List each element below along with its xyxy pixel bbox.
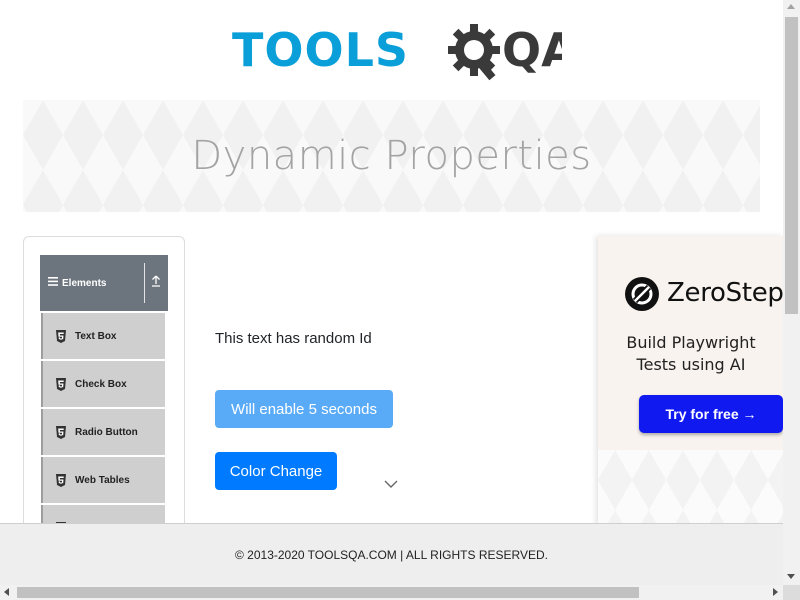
logo-text-secondary: QA [502,23,562,77]
sidebar-group-label: Elements [62,277,107,289]
horizontal-scroll-thumb[interactable] [17,587,639,598]
sidebar-item-radio-button[interactable]: Radio Button [41,409,165,455]
scroll-down-arrow-icon[interactable] [787,574,795,579]
sidebar-item-text-box[interactable]: Text Box [41,313,165,359]
page-title: Dynamic Properties [191,133,592,179]
html5-icon [55,473,67,487]
toolsqa-logo[interactable]: TOOLS QA [232,20,577,90]
browser-viewport: TOOLS QA Dynamic Properties Elements Tex… [0,0,800,600]
sidebar-item-label: Web Tables [75,474,130,486]
logo-text-primary: TOOLS [232,23,409,77]
horizontal-scrollbar[interactable] [0,585,783,600]
toolsqa-logo-graphic: TOOLS QA [232,23,577,81]
ad-brand-name: ZeroStep [667,278,784,308]
random-id-text: This text has random Id [215,330,372,347]
sidebar-item-check-box[interactable]: Check Box [41,361,165,407]
ad-tagline-line: Tests using AI [636,355,746,374]
vertical-scrollbar[interactable] [783,0,800,585]
copyright-text: © 2013-2020 TOOLSQA.COM | ALL RIGHTS RES… [235,547,548,562]
color-change-button[interactable]: Color Change [215,452,337,490]
hamburger-icon [48,277,58,289]
header-divider [144,263,145,303]
ad-pattern-background [598,450,784,526]
vertical-scroll-thumb[interactable] [785,17,798,314]
chevron-down-icon [383,477,399,489]
sidebar-item-label: Radio Button [75,426,138,438]
zerostep-logo-icon [624,276,660,312]
scroll-right-arrow-icon[interactable] [773,588,778,596]
enable-after-button[interactable]: Will enable 5 seconds [215,390,393,428]
collapse-arrow-icon[interactable] [151,275,161,290]
sidebar-group-elements[interactable]: Elements [40,255,168,311]
html5-icon [55,425,67,439]
ad-tagline-line: Build Playwright [626,333,756,352]
page-footer: © 2013-2020 TOOLSQA.COM | ALL RIGHTS RES… [0,523,783,585]
sidebar-item-label: Check Box [75,378,127,390]
page-banner: Dynamic Properties [23,100,760,212]
sidebar-item-label: Text Box [75,330,117,342]
html5-icon [55,329,67,343]
advertisement[interactable]: ZeroStep Build Playwright Tests using AI… [598,236,784,526]
scroll-left-arrow-icon[interactable] [4,588,9,596]
sidebar-item-web-tables[interactable]: Web Tables [41,457,165,503]
try-for-free-button[interactable]: Try for free → [639,395,783,433]
gear-icon [448,24,500,81]
scroll-up-arrow-icon[interactable] [787,4,795,9]
html5-icon [55,377,67,391]
ad-tagline: Build Playwright Tests using AI [598,332,784,376]
scrollbar-corner [783,585,800,600]
sidebar: Elements Text Box Check Box Radio Button [23,236,185,556]
